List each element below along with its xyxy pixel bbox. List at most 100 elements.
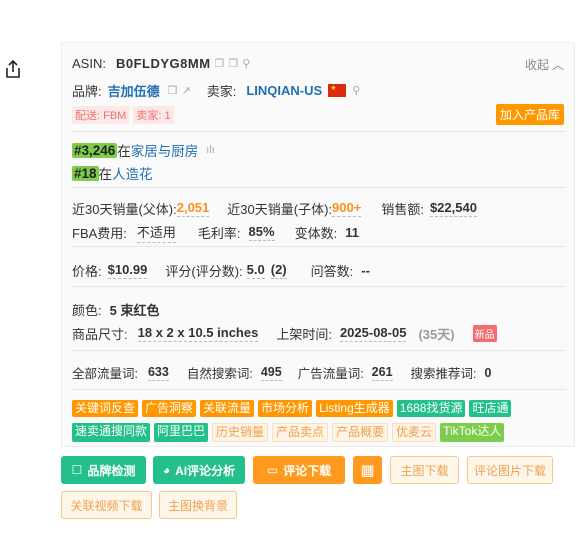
qa-value: -- [361,263,370,278]
bar-chart-icon[interactable]: ılı [206,144,215,156]
traffic-all-value: 633 [147,364,169,381]
ad-traffic-label: 广告流量词: [297,367,364,381]
tool-chips-row-2: 速卖通搜同款 阿里巴巴 历史销量 产品卖点 产品概要 优麦云 TikTok达人 [72,423,505,442]
price-label: 价格: [72,264,102,279]
tool-history-sales[interactable]: 历史销量 [212,423,269,442]
copy-icon[interactable]: ❐ [215,57,225,70]
rank-badge: #18 [72,165,99,181]
tag-row: 配送: FBM 卖家: 1 [72,106,178,124]
copy-all-icon[interactable]: ❐ [228,57,238,70]
price-row: 价格: $10.99 评分(评分数): 5.0 (2) 问答数: -- [72,261,370,280]
location-icon[interactable]: ⚲ [242,57,250,70]
brand-check-label: 品牌检测 [87,463,136,478]
rating-value: 5.0 [246,262,265,279]
tool-aliexpress-same[interactable]: 速卖通搜同款 [72,423,151,442]
margin-label: 毛利率: [197,226,241,241]
collapse-label: 收起 [524,58,549,72]
collapse-toggle[interactable]: 收起 ︿ [525,56,564,73]
fee-row: FBA费用: 不适用 毛利率: 85% 变体数: 11 [72,222,359,243]
location-icon[interactable]: ⚲ [352,84,360,97]
variants-value: 11 [345,225,359,240]
fba-value: 不适用 [136,222,176,243]
rating-label: 评分(评分数): [165,264,243,279]
comment-icon: ▭ [266,463,279,477]
rank-category-link[interactable]: 人造花 [112,163,153,183]
tool-keyword-reverse[interactable]: 关键词反查 [72,400,139,417]
copy-icon[interactable]: ❐ [168,84,178,97]
brand-seller-row: 品牌: 吉加伍德 ❐ ↗ 卖家: LINQIAN-US ⚲ [72,81,360,100]
traffic-row: 全部流量词: 633 自然搜索词: 495 广告流量词: 261 搜索推荐词: … [72,363,491,382]
tool-tiktok-creator[interactable]: TikTok达人 [440,423,505,442]
main-image-background-button[interactable]: 主图换背景 [159,491,237,519]
color-value: 5 束红色 [109,303,160,318]
rank-category-link[interactable]: 家居与厨房 [131,140,199,160]
review-image-download-button[interactable]: 评论图片下载 [467,456,553,484]
brand-link[interactable]: 吉加伍德 [108,81,160,100]
sales-row: 近30天销量(父体): 2,051 近30天销量(子体): 900+ 销售额: … [72,199,477,218]
ai-review-label: AI评论分析 [175,463,236,478]
divider [72,350,566,351]
calculator-icon: ▦ [360,462,375,479]
review-download-button[interactable]: ▭ 评论下载 [253,456,345,484]
traffic-all-label: 全部流量词: [72,367,138,381]
margin-value: 85% [248,224,275,241]
main-image-download-button[interactable]: 主图下载 [390,456,459,484]
tool-ad-insight[interactable]: 广告洞察 [142,400,197,417]
qa-label: 问答数: [310,264,354,279]
asin-label: ASIN: [72,56,106,71]
review-download-label: 评论下载 [283,463,332,478]
seller-count-tag: 卖家: 1 [133,106,174,124]
seller-link[interactable]: LINQIAN-US [246,83,322,98]
add-to-library-button[interactable]: 加入产品库 [495,104,564,125]
tool-market-analysis[interactable]: 市场分析 [258,400,313,417]
tool-related-traffic[interactable]: 关联流量 [200,400,255,417]
tool-youmaiyun[interactable]: 优麦云 [392,423,437,442]
recommend-value: 0 [484,365,492,380]
sales30-child-label: 近30天销量(子体): [227,202,333,217]
organic-value: 495 [260,364,282,381]
divider [72,286,566,287]
price-value: $10.99 [107,262,148,279]
new-badge: 新品 [472,325,497,342]
size-value: 18 x 2 x 10.5 inches [137,325,259,342]
tool-wangdiantong[interactable]: 旺店通 [469,400,512,417]
tool-selling-points[interactable]: 产品卖点 [272,423,329,442]
asin-value[interactable]: B0FLDYG8MM [116,56,211,71]
tool-1688-source[interactable]: 1688找货源 [396,400,466,417]
rank-prefix: 在 [98,167,113,182]
square-icon: ☐ [71,463,83,477]
rank-badge: #3,246 [72,142,118,158]
related-video-download-button[interactable]: 关联视频下载 [61,491,152,519]
revenue-label: 销售额: [381,202,424,217]
rank-prefix: 在 [117,144,131,159]
sales30-parent-label: 近30天销量(父体): [72,202,177,217]
organic-label: 自然搜索词: [186,367,253,381]
share-icon[interactable] [4,59,22,79]
tool-listing-generator[interactable]: Listing生成器 [316,400,393,417]
tool-chips-row-1: 关键词反查 广告洞察 关联流量 市场分析 Listing生成器 1688找货源 … [72,400,512,417]
variants-label: 变体数: [294,226,338,241]
rank-row-1: #3,246 在 家居与厨房 ılı [72,140,215,160]
ai-review-button[interactable]: ◕ AI评论分析 [153,456,245,484]
product-info-panel: ASIN: B0FLDYG8MM ❐ ❐ ⚲ 收起 ︿ 品牌: 吉加伍德 ❐ ↗… [61,42,575,447]
external-link-icon[interactable]: ↗ [182,84,191,97]
listed-days: (35天) [418,327,455,342]
listed-date: 2025-08-05 [339,325,407,342]
sales30-parent-value: 2,051 [176,200,210,217]
rank-row-2: #18 在 人造花 [72,163,153,183]
brand-check-button[interactable]: ☐ 品牌检测 [61,456,146,484]
pie-chart-icon: ◕ [162,463,171,477]
china-flag-icon [328,84,347,97]
divider [72,187,566,188]
color-label: 颜色: [72,303,102,318]
tool-alibaba[interactable]: 阿里巴巴 [154,423,209,442]
tool-product-summary[interactable]: 产品概要 [332,423,389,442]
listed-label: 上架时间: [276,327,332,342]
fba-label: FBA费用: [72,226,127,241]
calculator-button[interactable]: ▦ [353,456,382,484]
fulfillment-tag: 配送: FBM [72,106,130,124]
size-row: 商品尺寸: 18 x 2 x 10.5 inches 上架时间: 2025-08… [72,324,497,343]
ad-traffic-value: 261 [371,364,393,381]
revenue-value: $22,540 [429,200,477,217]
divider [72,246,566,247]
